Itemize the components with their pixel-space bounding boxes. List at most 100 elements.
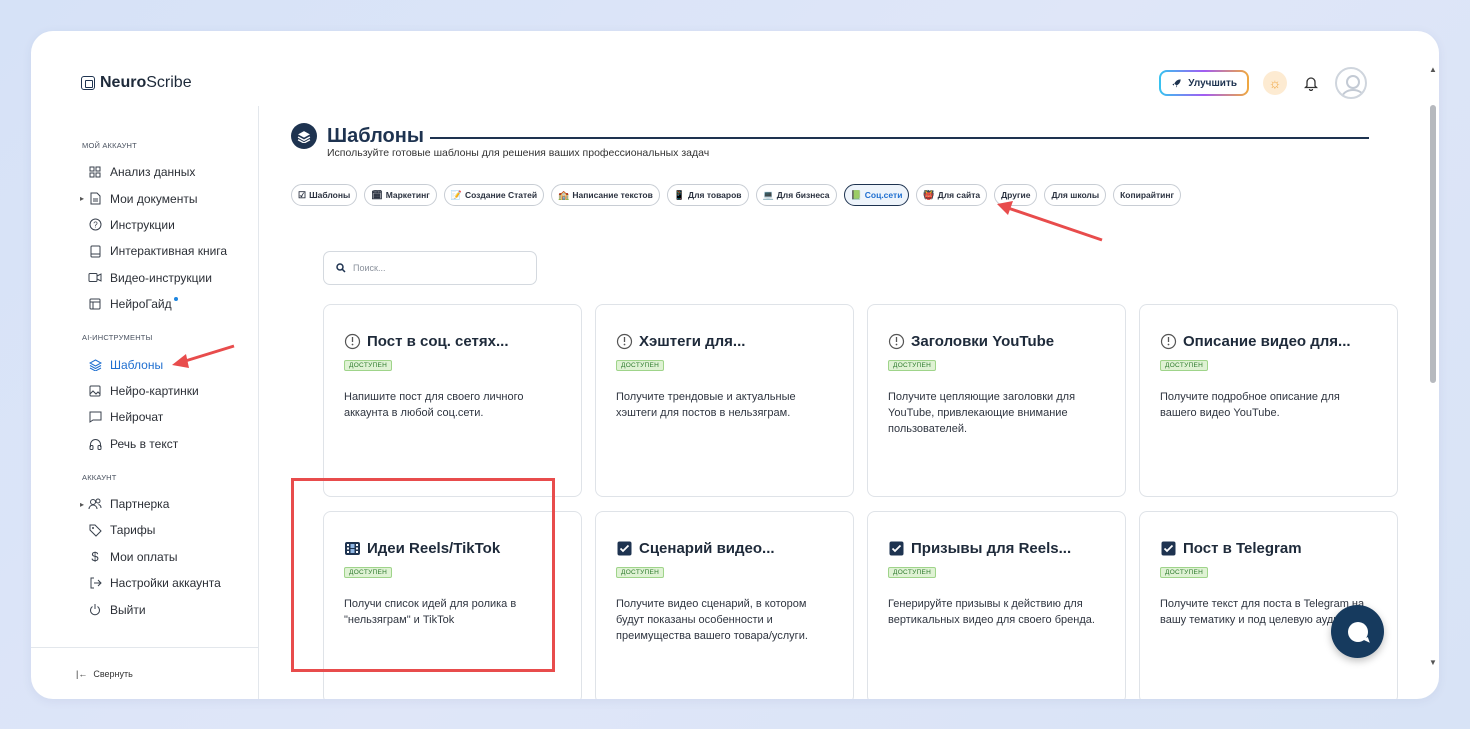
template-card-reels-tiktok-ideas[interactable]: Идеи Reels/TikTok ДОСТУПЕН Получи список… (323, 511, 582, 699)
scrollbar[interactable]: ▲ ▼ (1427, 61, 1439, 699)
chip-marketing[interactable]: 🗓 Маркетинг (364, 184, 437, 206)
headphones-icon (88, 437, 102, 451)
sidebar-item-speech-to-text[interactable]: Речь в текст (31, 431, 258, 457)
upgrade-label: Улучшить (1188, 77, 1237, 89)
logo-text-light: Scribe (146, 74, 192, 91)
card-title: Заголовки YouTube (911, 333, 1055, 350)
new-indicator-dot (173, 297, 178, 302)
header-actions: Улучшить ☼ (1159, 67, 1367, 99)
search-input[interactable] (353, 263, 513, 273)
sidebar-item-label: Партнерка (110, 497, 170, 512)
sidebar-item-neuroguide[interactable]: НейроГайд (31, 291, 258, 317)
scrollbar-thumb[interactable] (1430, 105, 1436, 383)
scroll-up-arrow-icon[interactable]: ▲ (1429, 65, 1437, 74)
main-content: Шаблоны Используйте готовые шаблоны для … (291, 106, 1401, 699)
logo-text-bold: Neuro (100, 74, 147, 91)
chip-templates[interactable]: ☑ Шаблоны (291, 184, 358, 206)
status-badge: ДОСТУПЕН (344, 360, 393, 371)
scroll-down-arrow-icon[interactable]: ▼ (1429, 658, 1437, 667)
card-description: Получите видео сценарий, в котором будут… (616, 598, 808, 642)
card-description: Напишите пост для своего личного аккаунт… (344, 391, 524, 419)
card-title: Пост в Telegram (1183, 540, 1302, 557)
chip-other[interactable]: Другие (994, 184, 1038, 206)
status-badge: ДОСТУПЕН (1160, 360, 1209, 371)
sidebar-item-logout[interactable]: Выйти (31, 596, 258, 622)
question-icon: ? (88, 218, 102, 232)
upgrade-button[interactable]: Улучшить (1159, 70, 1249, 96)
search-icon (336, 263, 346, 273)
chip-school[interactable]: Для школы (1044, 184, 1107, 206)
sidebar-item-my-documents[interactable]: ▸ Мои документы (31, 185, 258, 211)
theme-toggle[interactable]: ☼ (1263, 71, 1287, 95)
chip-text-writing[interactable]: 🏫 Написание текстов (551, 184, 660, 206)
chip-label: Для школы (1051, 190, 1100, 200)
template-card-hashtags[interactable]: Хэштеги для... ДОСТУПЕН Получите трендов… (595, 304, 854, 497)
sidebar-item-instructions[interactable]: ? Инструкции (31, 212, 258, 238)
notifications-button[interactable] (1301, 73, 1321, 93)
chip-label: Другие (1001, 190, 1031, 200)
sidebar-item-tariffs[interactable]: Тарифы (31, 517, 258, 543)
chip-label: Для товаров (688, 190, 742, 200)
card-title: Идеи Reels/TikTok (367, 540, 501, 557)
chip-articles[interactable]: 📝 Создание Статей (443, 184, 545, 206)
ogre-mask-icon: 👹 (923, 189, 935, 200)
chip-social-networks[interactable]: 📗 Соц.сети (843, 184, 910, 206)
chevron-right-icon: ▸ (80, 194, 85, 204)
table-icon (88, 297, 102, 311)
sidebar-item-partner[interactable]: ▸ Партнерка (31, 491, 258, 517)
chat-icon (88, 410, 102, 424)
clock-icon (616, 333, 633, 350)
sidebar-item-neurochat[interactable]: Нейрочат (31, 404, 258, 430)
section-title-my-account: МОЙ АККАУНТ (82, 141, 137, 150)
rocket-icon (1172, 78, 1181, 88)
sidebar-item-label: НейроГайд (110, 297, 172, 312)
sidebar-item-label: Нейрочат (110, 410, 164, 425)
chip-website[interactable]: 👹 Для сайта (916, 184, 988, 206)
status-badge: ДОСТУПЕН (888, 567, 937, 578)
video-icon (88, 271, 102, 285)
calendar-icon: 🗓 (371, 189, 383, 200)
status-badge: ДОСТУПЕН (1160, 567, 1209, 578)
tag-icon (88, 523, 102, 537)
template-card-video-script[interactable]: Сценарий видео... ДОСТУПЕН Получите виде… (595, 511, 854, 699)
chip-copywriting[interactable]: Копирайтинг (1113, 184, 1182, 206)
collapse-sidebar-button[interactable]: |← Свернуть (31, 647, 259, 699)
memo-icon: 📝 (450, 189, 462, 200)
template-card-social-post[interactable]: Пост в соц. сетях... ДОСТУПЕН Напишите п… (323, 304, 582, 497)
sidebar-item-data-analysis[interactable]: Анализ данных (31, 159, 258, 185)
template-card-reels-cta[interactable]: Призывы для Reels... ДОСТУПЕН Генерируйт… (867, 511, 1126, 699)
film-icon (344, 540, 361, 557)
svg-text:?: ? (93, 221, 98, 230)
sidebar-item-neuro-images[interactable]: Нейро-картинки (31, 378, 258, 404)
document-icon (88, 192, 102, 206)
sidebar-item-label: Настройки аккаунта (110, 576, 221, 591)
template-card-youtube-titles[interactable]: Заголовки YouTube ДОСТУПЕН Получите цепл… (867, 304, 1126, 497)
chip-label: Маркетинг (385, 190, 430, 200)
grid-icon (88, 165, 102, 179)
sidebar-item-interactive-book[interactable]: Интерактивная книга (31, 238, 258, 264)
chip-label: Написание текстов (572, 190, 653, 200)
card-title: Призывы для Reels... (911, 540, 1072, 557)
sidebar-item-label: Речь в текст (110, 436, 179, 451)
logo[interactable]: NeuroScribe (81, 74, 192, 92)
avatar[interactable] (1335, 67, 1367, 99)
users-icon (88, 497, 102, 511)
sidebar-item-account-settings[interactable]: Настройки аккаунта (31, 570, 258, 596)
template-card-video-description[interactable]: Описание видео для... ДОСТУПЕН Получите … (1139, 304, 1398, 497)
sidebar-item-video-instructions[interactable]: Видео-инструкции (31, 265, 258, 291)
chip-products[interactable]: 📱 Для товаров (666, 184, 749, 206)
sidebar-item-templates[interactable]: Шаблоны (31, 351, 258, 377)
sidebar-item-label: Мои документы (110, 191, 198, 206)
sidebar-item-my-payments[interactable]: $ Мои оплаты (31, 544, 258, 570)
app-window: NeuroScribe Улучшить ☼ МОЙ АККАУНТ Анали… (31, 31, 1439, 699)
sidebar-item-label: Выйти (110, 602, 146, 617)
clock-icon (344, 333, 361, 350)
layers-icon (291, 123, 317, 149)
chip-business[interactable]: 💻 Для бизнеса (755, 184, 837, 206)
status-badge: ДОСТУПЕН (616, 360, 665, 371)
sidebar-item-label: Нейро-картинки (110, 383, 199, 398)
sidebar-item-label: Интерактивная книга (110, 244, 228, 259)
chip-label: Создание Статей (464, 190, 538, 200)
chat-support-button[interactable] (1331, 605, 1384, 658)
checkmark-box-icon: ☑ (298, 189, 307, 200)
